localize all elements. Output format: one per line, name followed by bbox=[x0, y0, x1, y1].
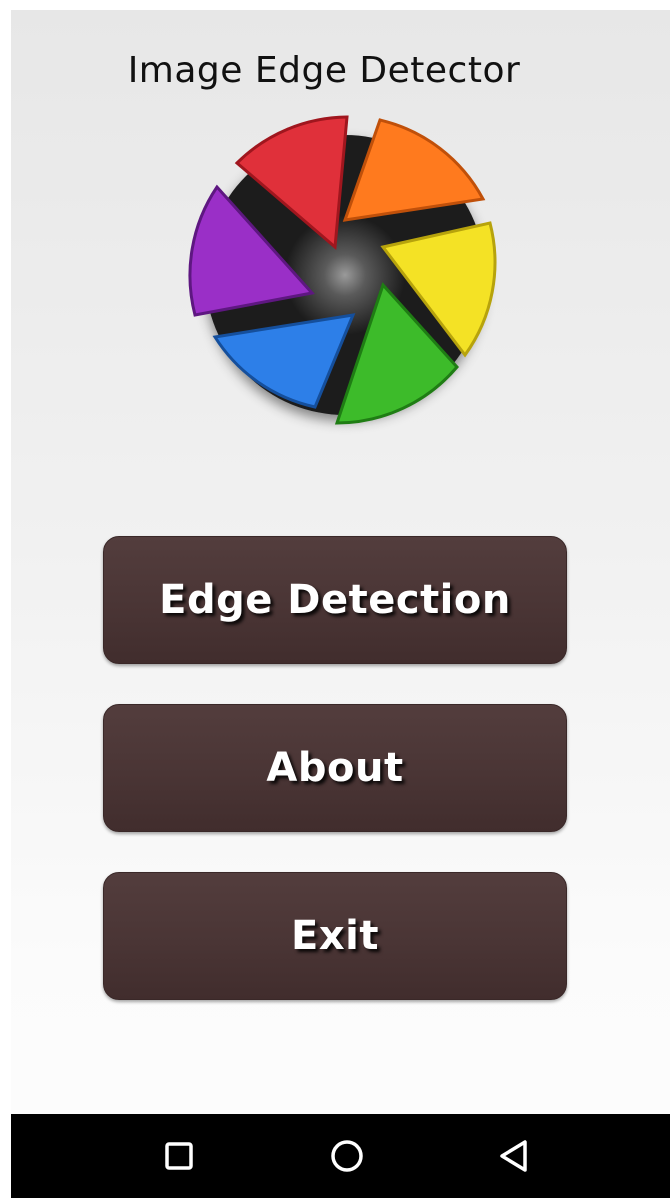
edge-detection-label: Edge Detection bbox=[159, 577, 511, 623]
exit-button[interactable]: Exit bbox=[103, 872, 567, 1000]
triangle-back-icon[interactable] bbox=[495, 1136, 535, 1176]
aperture-logo-icon bbox=[188, 115, 497, 425]
about-button[interactable]: About bbox=[103, 704, 567, 832]
system-navigation-bar bbox=[11, 1114, 670, 1198]
about-label: About bbox=[266, 745, 404, 791]
app-title: Image Edge Detector bbox=[127, 50, 521, 91]
circle-home-icon[interactable] bbox=[327, 1136, 367, 1176]
square-recents-icon[interactable] bbox=[159, 1136, 199, 1176]
edge-detection-button[interactable]: Edge Detection bbox=[103, 536, 567, 664]
exit-label: Exit bbox=[291, 913, 379, 959]
